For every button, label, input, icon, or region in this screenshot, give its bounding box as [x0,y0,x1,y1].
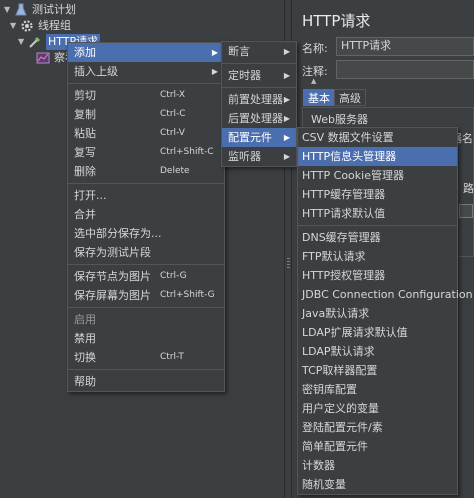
collapse-arrow-icon[interactable]: ▲ [311,77,316,85]
comment-field[interactable] [336,60,474,79]
menu-item-open[interactable]: 打开... [68,186,224,205]
menu-separator [68,83,224,84]
menu-item-copy[interactable]: 复制 Ctrl-C [68,105,224,124]
menu-item-http-auth-manager[interactable]: HTTP授权管理器 [298,266,457,285]
graph-icon [36,51,50,65]
menu-item-delete[interactable]: 删除 Delete [68,162,224,181]
menu-item-jdbc-connection-config[interactable]: JDBC Connection Configuration [298,285,473,304]
menu-item-user-defined-variables[interactable]: 用户定义的变量 [298,399,457,418]
menu-item-keystore-config[interactable]: 密钥库配置 [298,380,457,399]
menu-item-java-request-defaults[interactable]: Java默认请求 [298,304,457,323]
menu-item-timers[interactable]: 定时器 ▶ [222,66,296,85]
menu-item-login-config[interactable]: 登陆配置元件/素 [298,418,457,437]
menu-item-ldap-extended-defaults[interactable]: LDAP扩展请求默认值 [298,323,457,342]
menu-item-insert-parent[interactable]: 插入上级 ▶ [68,62,224,81]
menu-item-duplicate[interactable]: 复写 Ctrl+Shift-C [68,143,224,162]
submenu-arrow-icon: ▶ [283,95,290,104]
menu-item-cut[interactable]: 剪切 Ctrl-X [68,86,224,105]
menu-item-save-node-image[interactable]: 保存节点为图片 Ctrl-G [68,267,224,286]
menu-item-save-selection-as[interactable]: 选中部分保存为... [68,224,224,243]
menu-item-http-cache-manager[interactable]: HTTP缓存管理器 [298,185,457,204]
web-server-section-label: Web服务器 [311,113,368,126]
menu-item-dns-cache-manager[interactable]: DNS缓存管理器 [298,228,457,247]
pipette-icon [28,35,42,49]
tab-advanced[interactable]: 高级 [334,89,366,106]
menu-item-post-processors[interactable]: 后置处理器 ▶ [222,109,296,128]
submenu-arrow-icon: ▶ [283,47,290,56]
context-menu: 添加 ▶ 插入上级 ▶ 剪切 Ctrl-X 复制 Ctrl-C 粘贴 Ctrl-… [67,42,225,392]
submenu-arrow-icon: ▶ [283,152,290,161]
submenu-arrow-icon: ▶ [283,71,290,80]
path-label: 路 [463,182,474,195]
menu-item-help[interactable]: 帮助 [68,372,224,391]
menu-separator [222,63,296,64]
menu-separator [298,225,457,226]
submenu-arrow-icon: ▶ [283,133,290,142]
menu-item-merge[interactable]: 合并 [68,205,224,224]
checkbox[interactable] [459,204,473,218]
menu-item-add[interactable]: 添加 ▶ [68,43,224,62]
gear-icon [20,19,34,33]
menu-item-toggle[interactable]: 切换 Ctrl-T [68,348,224,367]
menu-item-counter[interactable]: 计数器 [298,456,457,475]
tree-item-label: 测试计划 [32,3,76,16]
menu-item-disable[interactable]: 禁用 [68,329,224,348]
menu-separator [68,369,224,370]
menu-separator [68,307,224,308]
splitter-grip-icon[interactable] [287,258,290,270]
menu-item-http-header-manager[interactable]: HTTP信息头管理器 [298,147,457,166]
tree-item-label: 线程组 [38,19,71,32]
menu-item-listeners[interactable]: 监听器 ▶ [222,147,296,166]
menu-separator [68,183,224,184]
menu-item-config-element[interactable]: 配置元件 ▶ [222,128,296,147]
flask-icon [14,3,28,17]
menu-item-save-screen-image[interactable]: 保存屏幕为图片 Ctrl+Shift-G [68,286,224,305]
menu-item-save-as-fragment[interactable]: 保存为测试片段 [68,243,224,262]
menu-separator [68,264,224,265]
expand-arrow-icon[interactable]: ▼ [10,18,20,34]
submenu-arrow-icon: ▶ [283,114,290,123]
menu-item-assertions[interactable]: 断言 ▶ [222,42,296,61]
menu-item-ftp-request-defaults[interactable]: FTP默认请求 [298,247,457,266]
menu-item-tcp-sampler-config[interactable]: TCP取样器配置 [298,361,457,380]
page-title: HTTP请求 [302,12,371,30]
menu-item-pre-processors[interactable]: 前置处理器 ▶ [222,90,296,109]
tree-item-thread-group[interactable]: ▼ 线程组 [10,18,71,34]
menu-item-simple-config[interactable]: 简单配置元件 [298,437,457,456]
tree-item-test-plan[interactable]: ▼ 测试计划 [4,2,76,18]
config-element-submenu: CSV 数据文件设置 HTTP信息头管理器 HTTP Cookie管理器 HTT… [297,127,473,495]
add-submenu: 断言 ▶ 定时器 ▶ 前置处理器 ▶ 后置处理器 ▶ 配置元件 ▶ 监听器 ▶ [221,41,297,167]
submenu-arrow-icon: ▶ [211,48,218,57]
menu-item-paste[interactable]: 粘贴 Ctrl-V [68,124,224,143]
menu-item-http-request-defaults[interactable]: HTTP请求默认值 [298,204,457,223]
menu-item-ldap-request-defaults[interactable]: LDAP默认请求 [298,342,457,361]
menu-item-enable[interactable]: 启用 [68,310,224,329]
menu-separator [222,87,296,88]
submenu-arrow-icon: ▶ [211,67,218,76]
expand-arrow-icon[interactable]: ▼ [18,34,28,50]
menu-item-csv-data-set[interactable]: CSV 数据文件设置 [298,128,457,147]
name-field[interactable]: HTTP请求 [336,37,474,56]
expand-arrow-icon[interactable]: ▼ [4,2,14,18]
menu-item-random-variable[interactable]: 随机变量 [298,475,457,494]
name-label: 名称: [302,42,328,55]
tab-basic[interactable]: 基本 [303,89,335,106]
menu-item-http-cookie-manager[interactable]: HTTP Cookie管理器 [298,166,457,185]
